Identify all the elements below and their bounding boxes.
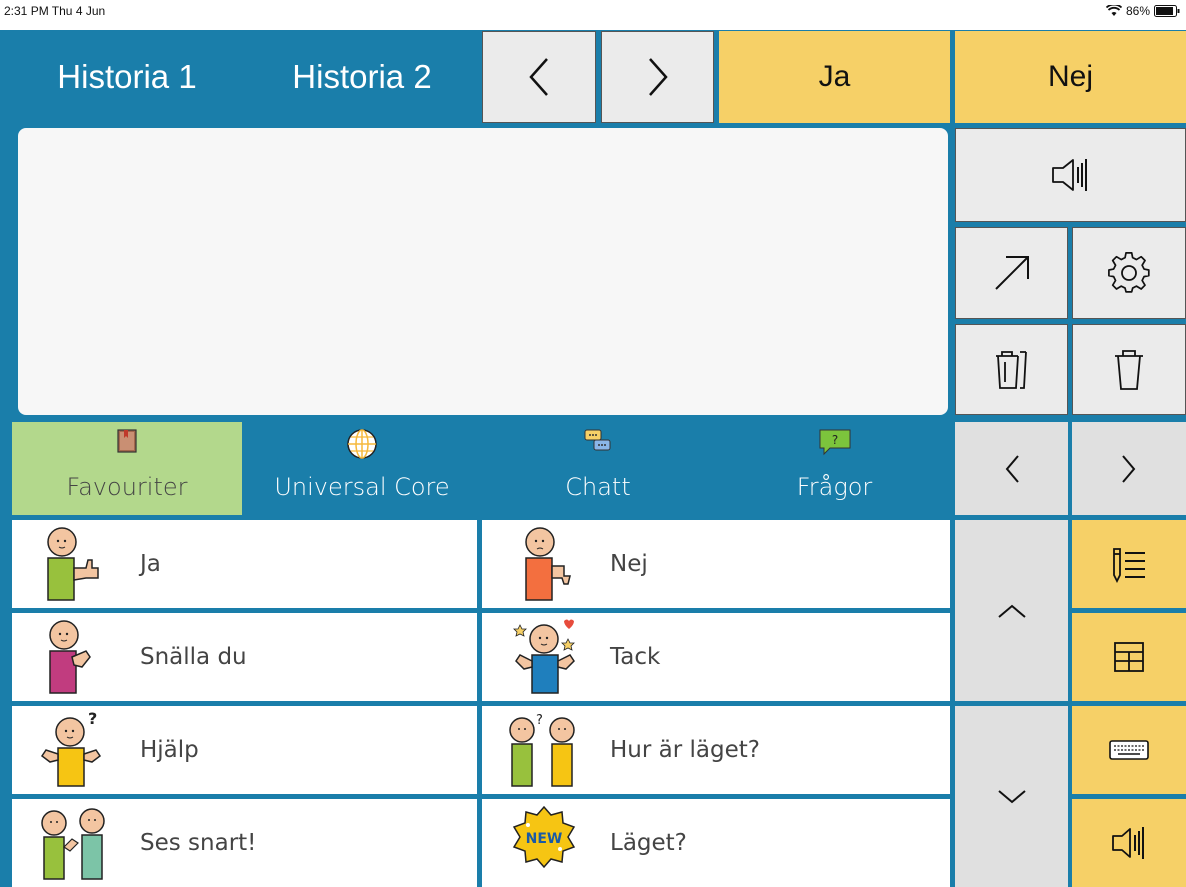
battery-percent: 86% xyxy=(1125,4,1150,18)
history-1-button[interactable]: Historia 1 xyxy=(12,31,242,123)
arrow-up-right-icon xyxy=(994,256,1029,290)
scroll-up-button[interactable] xyxy=(955,520,1068,701)
chat-bubbles-icon xyxy=(584,429,611,451)
phrase-button-hjalp[interactable]: ? Hjälp xyxy=(12,706,477,794)
help-person-icon: ? xyxy=(40,710,102,787)
share-button[interactable] xyxy=(955,227,1068,319)
phrase-label: Hur är läget? xyxy=(610,737,760,763)
tab-universal-core-label: Universal Core xyxy=(274,473,450,501)
phrase-button-laget[interactable]: NEW Läget? xyxy=(482,799,950,887)
chevron-up-icon xyxy=(997,604,1026,618)
see-you-soon-icon xyxy=(41,808,105,880)
edit-list-button[interactable] xyxy=(1072,520,1186,608)
chevron-right-icon xyxy=(648,58,668,96)
tab-questions-label: Frågor xyxy=(796,473,873,501)
thumbs-down-person-icon xyxy=(525,527,571,601)
tab-chat[interactable]: Chatt xyxy=(482,422,714,515)
history-1-label: Historia 1 xyxy=(57,58,197,95)
tab-universal-core[interactable]: Universal Core xyxy=(247,422,477,515)
phrase-label: Ses snart! xyxy=(140,830,257,856)
speak-button[interactable] xyxy=(955,128,1186,222)
globe-icon xyxy=(347,429,377,459)
chevron-left-icon xyxy=(529,58,548,96)
history-2-label: Historia 2 xyxy=(292,58,432,95)
speak-phrase-button[interactable] xyxy=(1072,799,1186,887)
please-person-icon xyxy=(49,620,91,694)
status-time: 2:31 PM Thu 4 Jun xyxy=(4,4,106,18)
phrase-button-nej[interactable]: Nej xyxy=(482,520,950,608)
phrase-label: Hjälp xyxy=(140,737,199,763)
speaker-icon xyxy=(1112,827,1144,859)
tab-favourites[interactable]: Favouriter xyxy=(12,422,242,515)
phrase-button-hur-ar-laget[interactable]: ? Hur är läget? xyxy=(482,706,950,794)
trash-icon xyxy=(1115,349,1143,390)
chevron-down-icon xyxy=(997,789,1026,803)
thumbs-up-person-icon xyxy=(47,527,99,601)
phrase-button-ja[interactable]: Ja xyxy=(12,520,477,608)
phrase-label: Läget? xyxy=(610,830,687,856)
battery-icon xyxy=(1154,5,1180,17)
chevron-left-icon xyxy=(1005,454,1019,483)
phrase-button-tack[interactable]: Tack xyxy=(482,613,950,701)
tabs-next-button[interactable] xyxy=(1072,422,1186,515)
keyboard-button[interactable] xyxy=(1072,706,1186,794)
settings-button[interactable] xyxy=(1072,227,1186,319)
tabs-previous-button[interactable] xyxy=(955,422,1068,515)
phrase-button-snalla-du[interactable]: Snälla du xyxy=(12,613,477,701)
no-label: Nej xyxy=(1047,60,1093,93)
tab-questions[interactable]: ? Frågor xyxy=(719,422,950,515)
status-indicators: 86% xyxy=(1105,4,1180,18)
speaker-icon xyxy=(1051,159,1087,191)
history-back-button[interactable] xyxy=(482,31,596,123)
thank-you-person-icon xyxy=(513,619,575,694)
status-bar: 2:31 PM Thu 4 Jun 86% xyxy=(0,0,1186,30)
history-forward-button[interactable] xyxy=(601,31,714,123)
wifi-icon xyxy=(1105,5,1122,16)
message-area[interactable] xyxy=(18,128,948,415)
grid-icon xyxy=(1114,642,1144,672)
new-badge-icon: NEW xyxy=(512,805,576,869)
phrase-button-ses-snart[interactable]: Ses snart! xyxy=(12,799,477,887)
phrase-label: Snälla du xyxy=(140,644,247,670)
svg-text:?: ? xyxy=(536,713,543,728)
scroll-down-button[interactable] xyxy=(955,706,1068,887)
history-2-button[interactable]: Historia 2 xyxy=(247,31,477,123)
how-are-you-icon: ? xyxy=(509,713,575,787)
gear-icon xyxy=(1108,252,1150,293)
tab-favourites-label: Favouriter xyxy=(66,473,188,501)
pencil-list-icon xyxy=(1113,548,1145,583)
svg-text:NEW: NEW xyxy=(526,831,563,847)
phrase-label: Tack xyxy=(610,644,661,670)
phrase-label: Ja xyxy=(140,551,161,577)
trash-multiple-icon xyxy=(995,350,1027,389)
phrase-label: Nej xyxy=(610,551,648,577)
tab-chat-label: Chatt xyxy=(565,473,631,501)
chevron-right-icon xyxy=(1122,454,1136,483)
yes-label: Ja xyxy=(818,60,851,93)
keyboard-icon xyxy=(1109,740,1149,760)
delete-button[interactable] xyxy=(1072,324,1186,415)
svg-text:?: ? xyxy=(831,433,837,447)
grid-view-button[interactable] xyxy=(1072,613,1186,701)
no-button[interactable]: Nej xyxy=(955,31,1186,123)
yes-button[interactable]: Ja xyxy=(719,31,950,123)
clear-all-button[interactable] xyxy=(955,324,1068,415)
question-bubble-icon: ? xyxy=(819,429,850,456)
svg-text:?: ? xyxy=(88,710,97,728)
book-icon xyxy=(117,429,137,453)
